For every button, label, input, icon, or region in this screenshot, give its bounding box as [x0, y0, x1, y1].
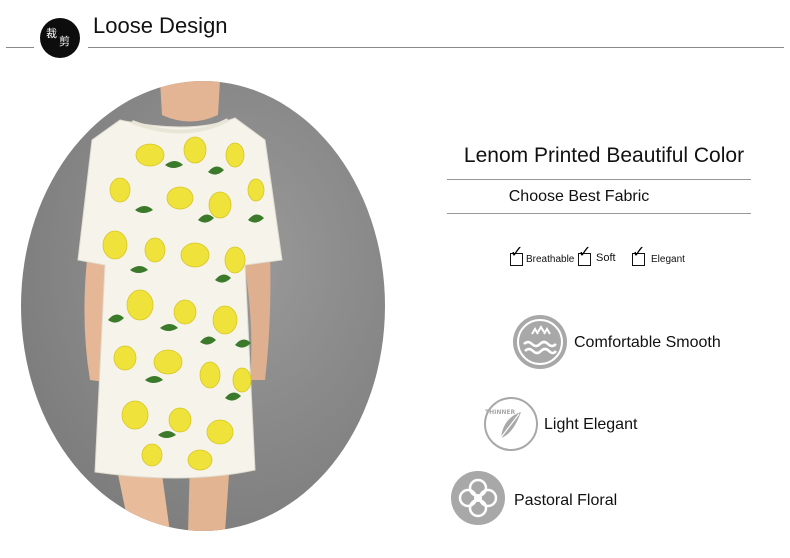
headline-underline	[447, 179, 751, 180]
feature-label: Comfortable Smooth	[574, 334, 721, 351]
comfort-waves-icon	[513, 315, 567, 369]
checkbox-label: Elegant	[651, 254, 685, 265]
product-subline: Choose Best Fabric	[508, 188, 650, 205]
header-rule-left	[6, 47, 34, 48]
svg-text:THINNER: THINNER	[485, 409, 515, 416]
checkbox-label: Breathable	[526, 254, 575, 265]
badge-char-1: 裁	[46, 27, 57, 40]
badge-char-2: 剪	[59, 35, 70, 48]
feather-icon: THINNER	[484, 397, 538, 451]
subline-underline	[447, 213, 751, 214]
section-title: Loose Design	[93, 13, 228, 38]
header-badge: 裁 剪	[40, 18, 80, 58]
checkmark-icon: ✓	[578, 244, 592, 261]
feature-label: Pastoral Floral	[514, 492, 618, 509]
feature-label: Light Elegant	[544, 416, 638, 433]
checkmark-icon: ✓	[632, 244, 646, 261]
header-rule-right	[88, 47, 784, 48]
product-photo	[21, 81, 385, 531]
product-headline: Lenom Printed Beautiful Color	[463, 144, 745, 167]
checkmark-icon: ✓	[510, 244, 524, 261]
checkbox-label: Soft	[596, 252, 616, 264]
flower-icon	[451, 471, 505, 525]
